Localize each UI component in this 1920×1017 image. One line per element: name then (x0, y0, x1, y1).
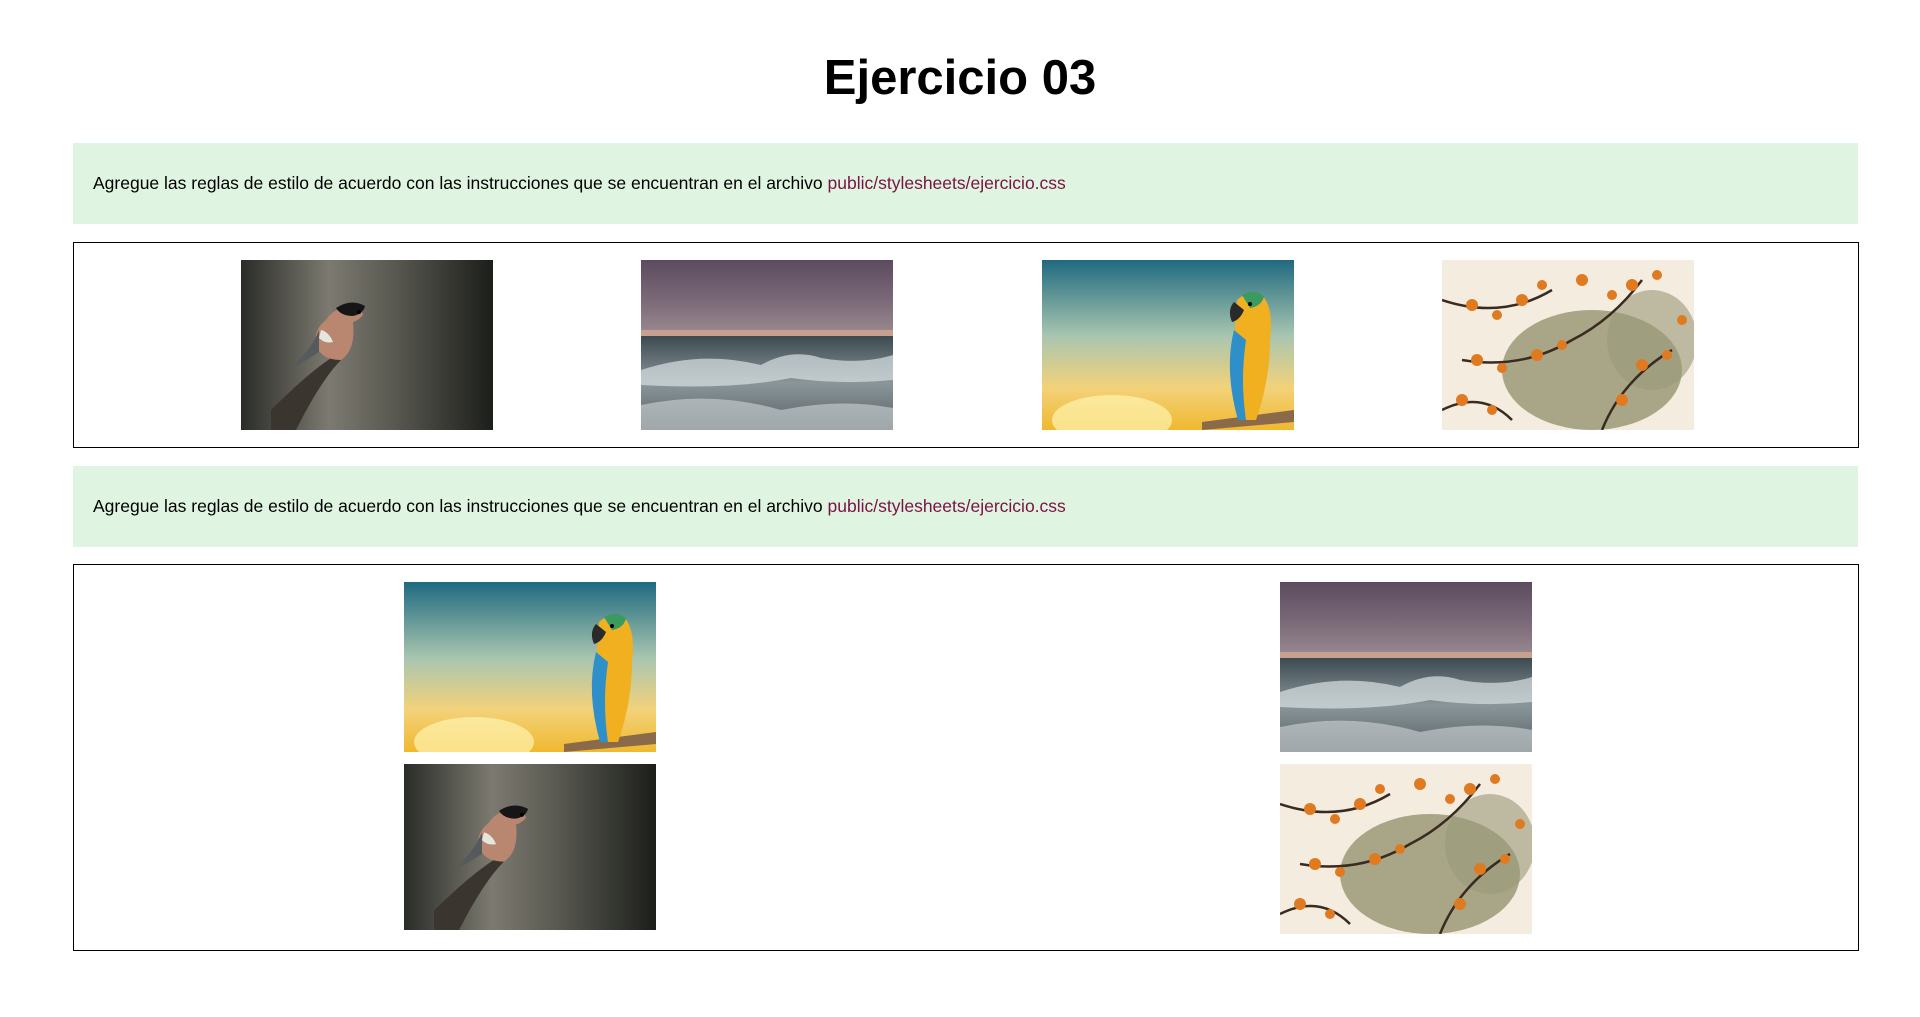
parrot-photo (404, 582, 656, 752)
ocean-wave-photo (641, 260, 893, 430)
gallery-grid-panel (73, 564, 1859, 951)
parrot-photo (1042, 260, 1294, 430)
autumn-leaves-photo (1280, 764, 1532, 934)
bird-photo (241, 260, 493, 430)
ocean-wave-photo (1280, 582, 1532, 752)
autumn-leaves-photo (1442, 260, 1694, 430)
page-title: Ejercicio 03 (823, 51, 1097, 105)
instructions-box: Agregue las reglas de estilo de acuerdo … (73, 466, 1858, 547)
gallery-row-panel (73, 242, 1859, 448)
instructions-text: Agregue las reglas de estilo de acuerdo … (93, 173, 823, 193)
instructions-text: Agregue las reglas de estilo de acuerdo … (93, 496, 823, 516)
instructions-box: Agregue las reglas de estilo de acuerdo … (73, 143, 1858, 224)
bird-photo (404, 764, 656, 930)
stylesheet-link[interactable]: public/stylesheets/ejercicio.css (828, 496, 1066, 517)
stylesheet-link[interactable]: public/stylesheets/ejercicio.css (828, 173, 1066, 194)
